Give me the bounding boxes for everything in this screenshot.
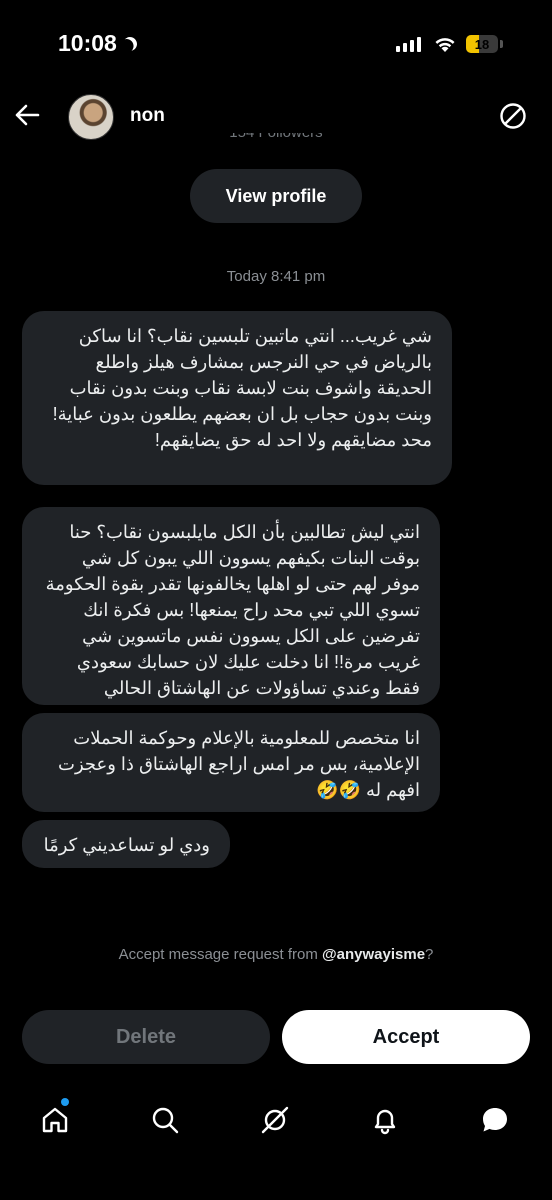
battery-tip	[500, 40, 503, 48]
message-bubble[interactable]: ودي لو تساعديني كرمًا	[22, 820, 230, 868]
followers-text: 154 Followers	[229, 133, 322, 147]
status-time: 10:08	[58, 30, 137, 57]
message-bubble[interactable]: انا متخصص للمعلومية بالإعلام وحوكمة الحم…	[22, 713, 440, 812]
followers-count: 154 Followers	[0, 133, 552, 149]
status-time-text: 10:08	[58, 30, 117, 56]
tab-search[interactable]	[145, 1100, 185, 1140]
notifications-icon	[374, 1109, 396, 1135]
battery-level-text: 18	[474, 36, 490, 52]
accept-button[interactable]: Accept	[282, 1010, 530, 1064]
conversation-name[interactable]: non	[130, 105, 165, 127]
tab-grok[interactable]	[255, 1100, 295, 1140]
message-request-prompt: Accept message request from @anywayisme?	[0, 946, 552, 963]
grok-icon	[261, 1106, 289, 1134]
arrow-left-icon[interactable]	[14, 102, 40, 128]
moon-icon	[120, 34, 139, 53]
cell-signal-icon	[396, 37, 421, 52]
search-icon	[152, 1107, 179, 1134]
request-handle: @anywayisme	[322, 946, 426, 963]
battery-icon: 18	[466, 35, 498, 53]
delete-button[interactable]: Delete	[22, 1010, 270, 1064]
tab-notifications[interactable]	[365, 1100, 405, 1140]
message-bubble[interactable]: شي غريب... انتي ماتبين تلبسين نقاب؟ انا …	[22, 311, 452, 485]
home-icon	[42, 1107, 68, 1133]
view-profile-button[interactable]: View profile	[190, 169, 362, 223]
message-timestamp: Today 8:41 pm	[226, 268, 326, 285]
block-icon[interactable]	[499, 102, 527, 130]
message-bubble[interactable]: انتي ليش تطالبين بأن الكل مايلبسون نقاب؟…	[22, 507, 440, 705]
notification-dot	[61, 1098, 69, 1106]
messages-icon	[483, 1108, 507, 1132]
wifi-icon	[435, 38, 455, 52]
request-prefix: Accept message request from	[118, 946, 323, 963]
tab-home[interactable]	[35, 1100, 75, 1140]
tab-messages[interactable]	[475, 1100, 515, 1140]
request-suffix: ?	[425, 946, 434, 963]
